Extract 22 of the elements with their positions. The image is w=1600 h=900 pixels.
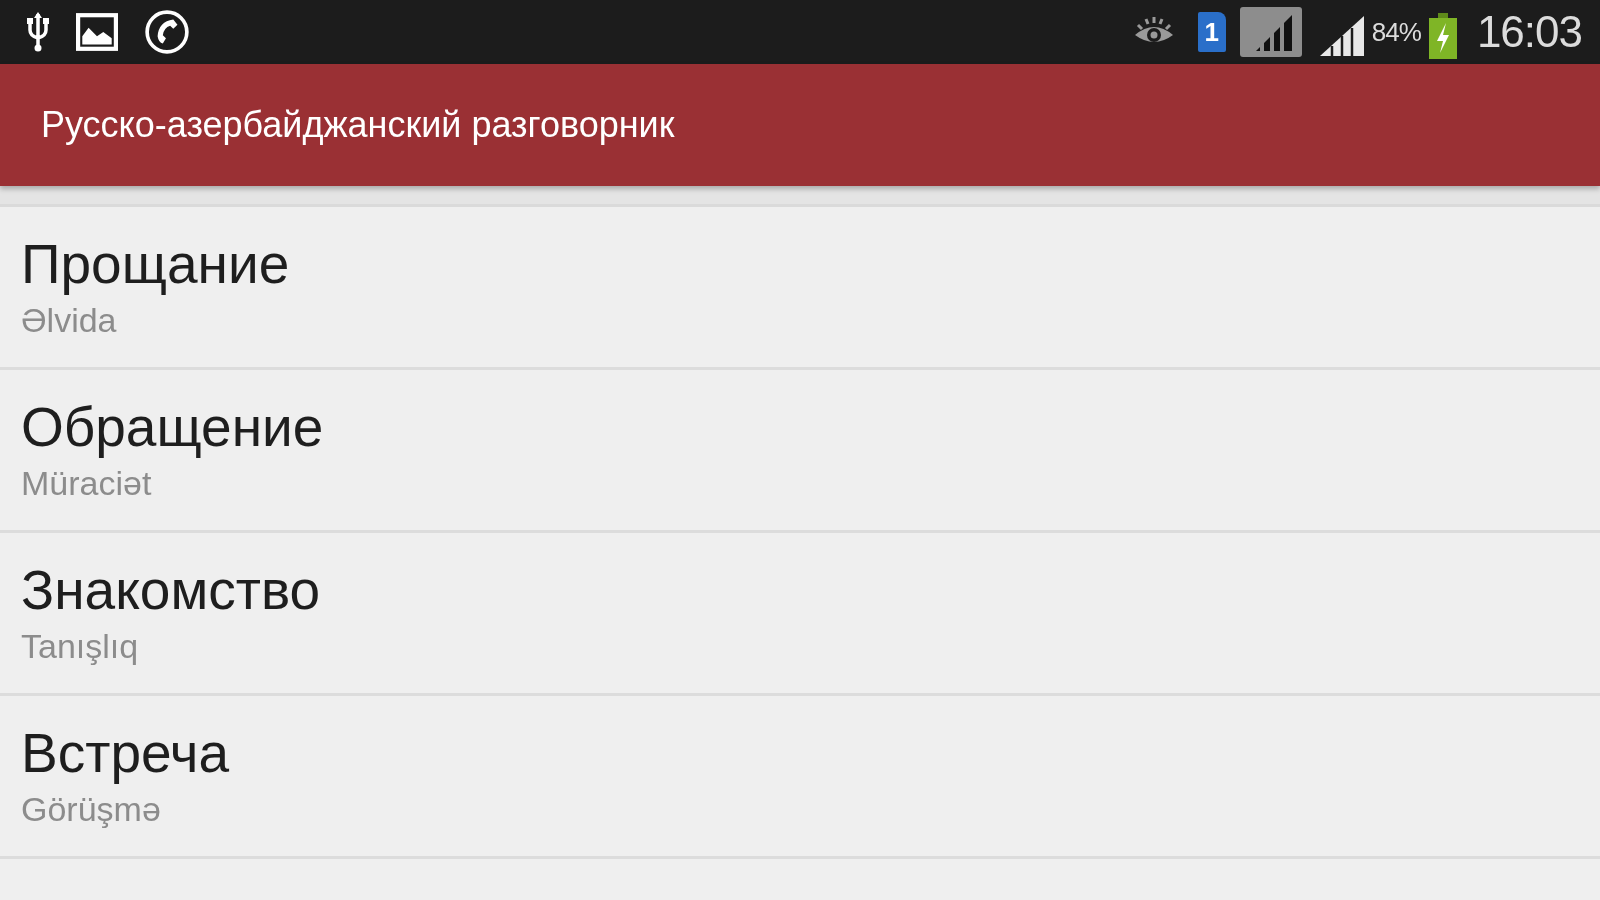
signal-strength-icon bbox=[1239, 7, 1302, 57]
usb-icon bbox=[26, 12, 50, 52]
clock-time: 16:03 bbox=[1476, 7, 1582, 57]
image-icon bbox=[76, 13, 118, 51]
phrase-category-item[interactable]: Прощание Əlvida bbox=[0, 207, 1600, 370]
category-title: Знакомство bbox=[21, 559, 321, 621]
sim-slot-indicator: 1 bbox=[1197, 12, 1226, 52]
phrase-category-item[interactable]: Встреча Görüşmə bbox=[0, 696, 1600, 859]
category-translation: Tanışlıq bbox=[21, 626, 139, 667]
category-translation: Görüşmə bbox=[21, 789, 161, 830]
phrase-category-item[interactable]: Обращение Müraciət bbox=[0, 370, 1600, 533]
category-title: Прощание bbox=[21, 233, 290, 295]
category-title: Встреча bbox=[21, 722, 229, 784]
phrase-category-item[interactable]: Знакомство Tanışlıq bbox=[0, 533, 1600, 696]
app-title: Русско-азербайджанский разговорник bbox=[41, 104, 675, 146]
phone-circle-icon bbox=[144, 9, 190, 55]
charging-battery-icon bbox=[1428, 13, 1457, 59]
signal-strength-icon bbox=[1319, 16, 1364, 56]
category-title: Обращение bbox=[21, 396, 324, 458]
category-translation: Əlvida bbox=[21, 300, 117, 341]
category-translation: Müraciət bbox=[21, 463, 152, 504]
battery-percentage: 84% bbox=[1371, 16, 1421, 48]
